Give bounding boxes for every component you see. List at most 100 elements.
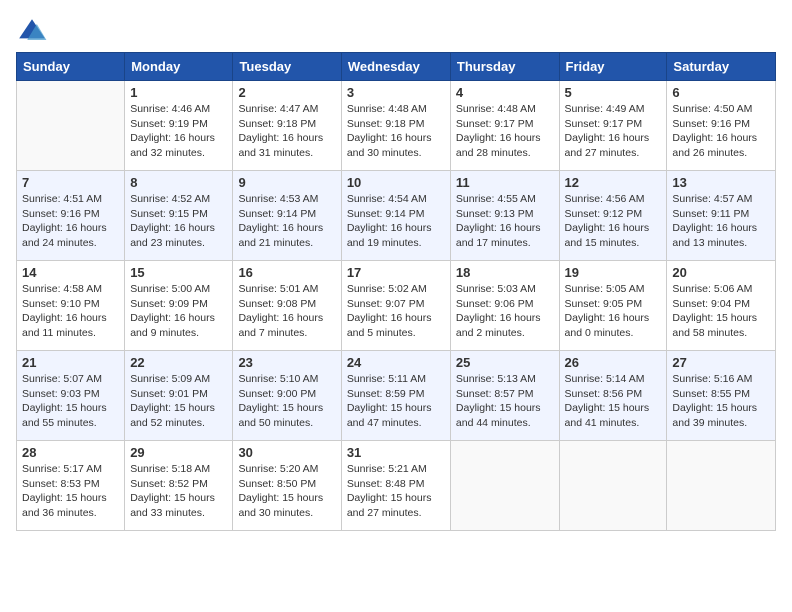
day-cell [667, 441, 776, 531]
day-cell: 1 Sunrise: 4:46 AM Sunset: 9:19 PM Daylig… [125, 81, 233, 171]
day-info: Sunrise: 5:17 AM Sunset: 8:53 PM Dayligh… [22, 462, 119, 521]
day-cell [559, 441, 667, 531]
day-info: Sunrise: 4:56 AM Sunset: 9:12 PM Dayligh… [565, 192, 662, 251]
day-number: 14 [22, 265, 119, 280]
day-cell: 8 Sunrise: 4:52 AM Sunset: 9:15 PM Daylig… [125, 171, 233, 261]
day-cell: 31 Sunrise: 5:21 AM Sunset: 8:48 PM Dayli… [341, 441, 450, 531]
day-number: 20 [672, 265, 770, 280]
day-cell: 23 Sunrise: 5:10 AM Sunset: 9:00 PM Dayli… [233, 351, 341, 441]
day-number: 3 [347, 85, 445, 100]
day-info: Sunrise: 5:21 AM Sunset: 8:48 PM Dayligh… [347, 462, 445, 521]
day-info: Sunrise: 5:09 AM Sunset: 9:01 PM Dayligh… [130, 372, 227, 431]
day-cell [450, 441, 559, 531]
day-info: Sunrise: 5:20 AM Sunset: 8:50 PM Dayligh… [238, 462, 335, 521]
day-info: Sunrise: 5:00 AM Sunset: 9:09 PM Dayligh… [130, 282, 227, 341]
day-cell: 5 Sunrise: 4:49 AM Sunset: 9:17 PM Daylig… [559, 81, 667, 171]
day-cell: 24 Sunrise: 5:11 AM Sunset: 8:59 PM Dayli… [341, 351, 450, 441]
day-number: 29 [130, 445, 227, 460]
header-cell-monday: Monday [125, 53, 233, 81]
day-cell: 16 Sunrise: 5:01 AM Sunset: 9:08 PM Dayli… [233, 261, 341, 351]
day-info: Sunrise: 5:11 AM Sunset: 8:59 PM Dayligh… [347, 372, 445, 431]
day-info: Sunrise: 5:14 AM Sunset: 8:56 PM Dayligh… [565, 372, 662, 431]
day-info: Sunrise: 5:10 AM Sunset: 9:00 PM Dayligh… [238, 372, 335, 431]
day-cell: 30 Sunrise: 5:20 AM Sunset: 8:50 PM Dayli… [233, 441, 341, 531]
week-row-4: 21 Sunrise: 5:07 AM Sunset: 9:03 PM Dayli… [17, 351, 776, 441]
day-info: Sunrise: 4:57 AM Sunset: 9:11 PM Dayligh… [672, 192, 770, 251]
day-cell: 21 Sunrise: 5:07 AM Sunset: 9:03 PM Dayli… [17, 351, 125, 441]
day-info: Sunrise: 4:53 AM Sunset: 9:14 PM Dayligh… [238, 192, 335, 251]
day-number: 26 [565, 355, 662, 370]
day-number: 27 [672, 355, 770, 370]
day-cell: 9 Sunrise: 4:53 AM Sunset: 9:14 PM Daylig… [233, 171, 341, 261]
day-number: 18 [456, 265, 554, 280]
day-info: Sunrise: 4:49 AM Sunset: 9:17 PM Dayligh… [565, 102, 662, 161]
calendar-table: SundayMondayTuesdayWednesdayThursdayFrid… [16, 52, 776, 531]
day-info: Sunrise: 4:46 AM Sunset: 9:19 PM Dayligh… [130, 102, 227, 161]
day-info: Sunrise: 5:07 AM Sunset: 9:03 PM Dayligh… [22, 372, 119, 431]
day-cell: 28 Sunrise: 5:17 AM Sunset: 8:53 PM Dayli… [17, 441, 125, 531]
day-number: 16 [238, 265, 335, 280]
day-number: 28 [22, 445, 119, 460]
day-number: 24 [347, 355, 445, 370]
header-row: SundayMondayTuesdayWednesdayThursdayFrid… [17, 53, 776, 81]
header-cell-wednesday: Wednesday [341, 53, 450, 81]
day-cell: 27 Sunrise: 5:16 AM Sunset: 8:55 PM Dayli… [667, 351, 776, 441]
day-number: 17 [347, 265, 445, 280]
day-number: 22 [130, 355, 227, 370]
logo-icon [16, 16, 48, 48]
day-number: 8 [130, 175, 227, 190]
day-info: Sunrise: 4:55 AM Sunset: 9:13 PM Dayligh… [456, 192, 554, 251]
week-row-2: 7Sunrise: 4:51 AM Sunset: 9:16 PM Daylig… [17, 171, 776, 261]
day-number: 21 [22, 355, 119, 370]
day-info: Sunrise: 4:48 AM Sunset: 9:18 PM Dayligh… [347, 102, 445, 161]
day-cell: 13 Sunrise: 4:57 AM Sunset: 9:11 PM Dayli… [667, 171, 776, 261]
header-cell-friday: Friday [559, 53, 667, 81]
header-cell-tuesday: Tuesday [233, 53, 341, 81]
day-info: Sunrise: 4:47 AM Sunset: 9:18 PM Dayligh… [238, 102, 335, 161]
day-info: Sunrise: 5:05 AM Sunset: 9:05 PM Dayligh… [565, 282, 662, 341]
day-number: 31 [347, 445, 445, 460]
header-cell-saturday: Saturday [667, 53, 776, 81]
day-info: Sunrise: 4:48 AM Sunset: 9:17 PM Dayligh… [456, 102, 554, 161]
day-number: 15 [130, 265, 227, 280]
day-number: 1 [130, 85, 227, 100]
day-number: 5 [565, 85, 662, 100]
day-number: 12 [565, 175, 662, 190]
day-cell: 11 Sunrise: 4:55 AM Sunset: 9:13 PM Dayli… [450, 171, 559, 261]
header-cell-sunday: Sunday [17, 53, 125, 81]
day-info: Sunrise: 4:52 AM Sunset: 9:15 PM Dayligh… [130, 192, 227, 251]
day-number: 13 [672, 175, 770, 190]
day-cell: 14Sunrise: 4:58 AM Sunset: 9:10 PM Dayli… [17, 261, 125, 351]
day-cell: 17 Sunrise: 5:02 AM Sunset: 9:07 PM Dayli… [341, 261, 450, 351]
day-cell: 19Sunrise: 5:05 AM Sunset: 9:05 PM Dayli… [559, 261, 667, 351]
day-number: 23 [238, 355, 335, 370]
day-number: 4 [456, 85, 554, 100]
day-number: 10 [347, 175, 445, 190]
day-info: Sunrise: 4:50 AM Sunset: 9:16 PM Dayligh… [672, 102, 770, 161]
day-info: Sunrise: 5:16 AM Sunset: 8:55 PM Dayligh… [672, 372, 770, 431]
day-cell: 2 Sunrise: 4:47 AM Sunset: 9:18 PM Daylig… [233, 81, 341, 171]
day-info: Sunrise: 5:01 AM Sunset: 9:08 PM Dayligh… [238, 282, 335, 341]
day-number: 2 [238, 85, 335, 100]
day-number: 9 [238, 175, 335, 190]
day-number: 6 [672, 85, 770, 100]
day-number: 7 [22, 175, 119, 190]
day-info: Sunrise: 5:02 AM Sunset: 9:07 PM Dayligh… [347, 282, 445, 341]
week-row-5: 28 Sunrise: 5:17 AM Sunset: 8:53 PM Dayli… [17, 441, 776, 531]
day-cell: 4 Sunrise: 4:48 AM Sunset: 9:17 PM Daylig… [450, 81, 559, 171]
day-info: Sunrise: 5:13 AM Sunset: 8:57 PM Dayligh… [456, 372, 554, 431]
day-info: Sunrise: 5:18 AM Sunset: 8:52 PM Dayligh… [130, 462, 227, 521]
day-cell: 22 Sunrise: 5:09 AM Sunset: 9:01 PM Dayli… [125, 351, 233, 441]
day-cell: 29 Sunrise: 5:18 AM Sunset: 8:52 PM Dayli… [125, 441, 233, 531]
day-info: Sunrise: 5:03 AM Sunset: 9:06 PM Dayligh… [456, 282, 554, 341]
day-cell: 15 Sunrise: 5:00 AM Sunset: 9:09 PM Dayli… [125, 261, 233, 351]
day-cell: 18 Sunrise: 5:03 AM Sunset: 9:06 PM Dayli… [450, 261, 559, 351]
day-cell: 25Sunrise: 5:13 AM Sunset: 8:57 PM Dayli… [450, 351, 559, 441]
day-number: 30 [238, 445, 335, 460]
day-cell [17, 81, 125, 171]
week-row-1: 1 Sunrise: 4:46 AM Sunset: 9:19 PM Daylig… [17, 81, 776, 171]
day-cell: 6 Sunrise: 4:50 AM Sunset: 9:16 PM Daylig… [667, 81, 776, 171]
day-cell: 26 Sunrise: 5:14 AM Sunset: 8:56 PM Dayli… [559, 351, 667, 441]
day-info: Sunrise: 4:54 AM Sunset: 9:14 PM Dayligh… [347, 192, 445, 251]
day-number: 11 [456, 175, 554, 190]
